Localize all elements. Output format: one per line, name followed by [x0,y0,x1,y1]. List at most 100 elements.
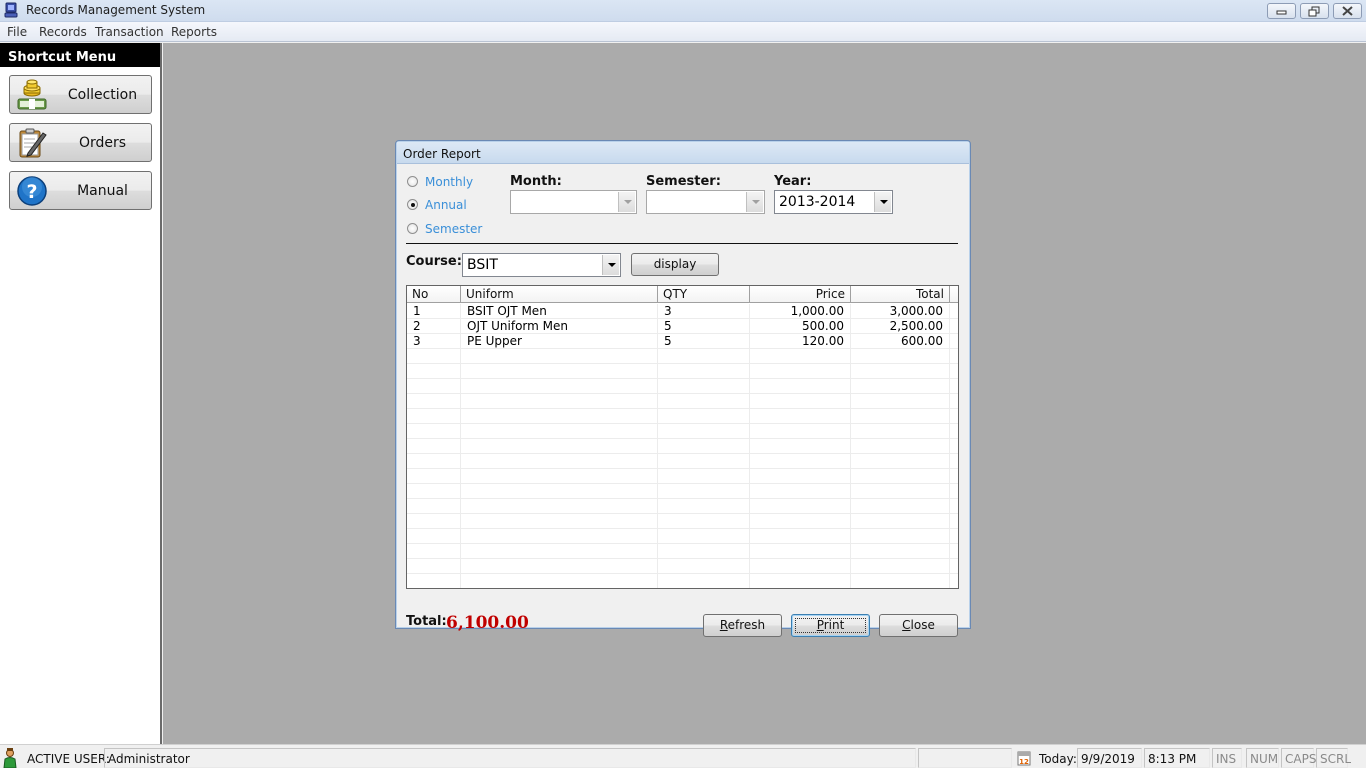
cell-uniform [461,469,658,484]
cell-filler [950,349,958,364]
table-row[interactable] [407,544,958,559]
table-row[interactable]: 2 OJT Uniform Men 5 500.00 2,500.00 [407,319,958,334]
manual-button[interactable]: ? Manual [9,171,152,210]
cell-uniform [461,529,658,544]
restore-button[interactable] [1300,3,1329,19]
active-user-value: Administrator [108,752,190,766]
table-row[interactable] [407,349,958,364]
table-row[interactable] [407,394,958,409]
cell-uniform [461,499,658,514]
column-header-qty[interactable]: QTY [658,286,750,303]
semester-dropdown-arrow-icon[interactable] [746,192,763,212]
close-window-button[interactable] [1333,3,1362,19]
table-row[interactable]: 1 BSIT OJT Men 3 1,000.00 3,000.00 [407,304,958,319]
column-header-no[interactable]: No [407,286,461,303]
course-dropdown-arrow-icon[interactable] [602,255,619,275]
cell-total [851,394,950,409]
year-dropdown-arrow-icon[interactable] [874,192,891,212]
dialog-title-bar[interactable]: Order Report [397,142,969,164]
cell-total [851,409,950,424]
scrl-indicator: SCRL [1316,748,1351,768]
cell-total [851,439,950,454]
radio-annual-label[interactable]: Annual [425,198,467,212]
orders-button[interactable]: Orders [9,123,152,162]
table-row[interactable] [407,499,958,514]
cell-qty [658,499,750,514]
collection-button[interactable]: Collection [9,75,152,114]
minimize-button[interactable] [1267,3,1296,19]
clipboard-pen-icon [19,128,47,158]
table-row[interactable] [407,559,958,574]
column-header-uniform[interactable]: Uniform [461,286,658,303]
table-row[interactable] [407,469,958,484]
cell-filler [950,514,958,529]
menu-reports[interactable]: Reports [171,25,217,39]
table-row[interactable]: 3 PE Upper 5 120.00 600.00 [407,334,958,349]
month-select[interactable] [510,190,637,214]
cell-price: 1,000.00 [750,304,851,319]
column-header-price[interactable]: Price [750,286,851,303]
display-button[interactable]: display [631,253,719,276]
menu-bar: File Records Transaction Reports [0,22,1366,42]
year-select[interactable]: 2013-2014 [774,190,893,214]
table-row[interactable] [407,574,958,588]
sidebar-header: Shortcut Menu [0,43,160,67]
column-header-total[interactable]: Total [851,286,950,303]
cell-filler [950,529,958,544]
cell-filler [950,364,958,379]
shortcut-sidebar: Shortcut Menu Collection Orders ? Manual [0,43,162,744]
date-value: 9/9/2019 [1081,752,1135,766]
menu-file[interactable]: File [7,25,27,39]
table-row[interactable] [407,484,958,499]
table-row[interactable] [407,409,958,424]
table-row[interactable] [407,514,958,529]
cell-uniform [461,364,658,379]
active-user-label: ACTIVE USER: [27,752,110,766]
table-row[interactable] [407,529,958,544]
cell-total [851,364,950,379]
semester-select[interactable] [646,190,765,214]
cell-qty [658,574,750,588]
month-dropdown-arrow-icon[interactable] [618,192,635,212]
table-row[interactable] [407,424,958,439]
cell-no: 1 [407,304,461,319]
radio-monthly-circle[interactable] [407,176,418,187]
cell-no [407,379,461,394]
orders-label: Orders [78,135,127,151]
close-button[interactable]: Close [879,614,958,637]
cell-total [851,529,950,544]
close-icon [1342,6,1353,16]
refresh-button[interactable]: Refresh [703,614,782,637]
cell-qty [658,484,750,499]
table-row[interactable] [407,379,958,394]
cell-no [407,409,461,424]
minimize-icon [1276,10,1287,15]
menu-records[interactable]: Records [39,25,87,39]
cell-filler [950,379,958,394]
print-button[interactable]: Print [791,614,870,637]
table-row[interactable] [407,454,958,469]
cell-uniform [461,379,658,394]
cell-uniform [461,424,658,439]
cell-no [407,559,461,574]
table-row[interactable] [407,439,958,454]
radio-annual-circle[interactable] [407,199,418,210]
cell-filler [950,544,958,559]
cell-total [851,574,950,588]
radio-monthly-label[interactable]: Monthly [425,175,473,189]
table-row[interactable] [407,364,958,379]
cell-uniform [461,349,658,364]
cell-qty: 5 [658,334,750,349]
cell-uniform [461,544,658,559]
radio-semester-circle[interactable] [407,223,418,234]
course-select[interactable]: BSIT [462,253,621,277]
cell-total [851,544,950,559]
cell-no [407,364,461,379]
course-label: Course: [406,254,462,269]
status-bar: ACTIVE USER: Administrator 12 Today: 9/9… [0,744,1366,768]
cell-price: 120.00 [750,334,851,349]
radio-semester-label[interactable]: Semester [425,222,482,236]
cell-price [750,379,851,394]
semester-label: Semester: [646,174,721,189]
menu-transaction[interactable]: Transaction [95,25,164,39]
